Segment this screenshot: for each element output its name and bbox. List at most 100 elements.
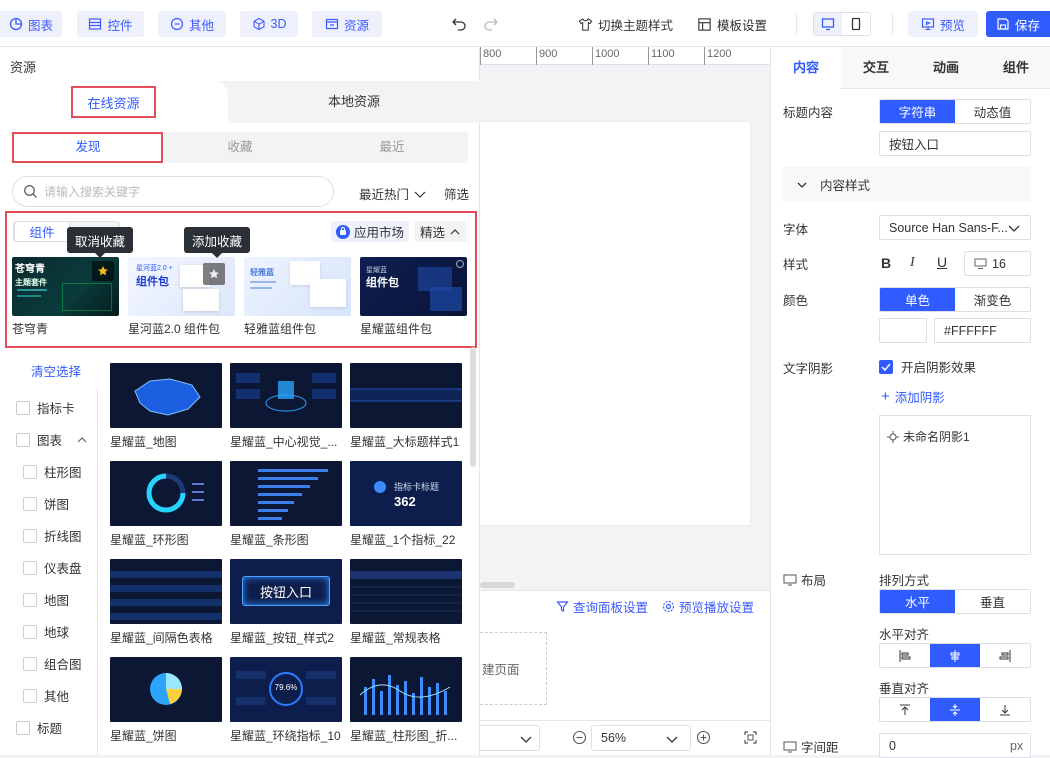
italic-icon[interactable]: I [910,255,915,271]
featured-card[interactable]: 苍穹青 主题套件 苍穹青 [12,257,119,337]
seg-dynamic[interactable]: 动态值 [955,100,1030,123]
page-select[interactable] [480,725,540,751]
sort-select[interactable]: 最近热门 [359,184,426,203]
align-middle-icon[interactable] [930,698,980,721]
star-filled-icon[interactable] [92,261,114,281]
scrollbar[interactable] [470,347,476,467]
seg-solid[interactable]: 单色 [880,288,955,311]
control-button[interactable]: 控件 [77,11,144,37]
tab-local-resources[interactable]: 本地资源 [228,81,480,123]
filter-item[interactable]: 仪表盘 [23,558,82,577]
query-panel-settings-link[interactable]: 查询面板设置 [556,597,648,616]
seg-gradient[interactable]: 渐变色 [955,288,1030,311]
3d-button[interactable]: 3D [240,11,298,37]
redo-icon[interactable] [483,15,499,31]
tab-interaction[interactable]: 交互 [841,47,911,89]
resource-grid-item[interactable]: 星耀蓝_大标题样式1 [350,363,462,450]
title-input[interactable]: 按钮入口 [879,131,1031,156]
zoom-in-icon[interactable] [696,730,711,745]
seg-horizontal[interactable]: 水平 [880,590,955,613]
switch-theme-button[interactable]: 切换主题样式 [578,11,673,37]
search-input[interactable]: 请输入搜索关键字 [12,176,334,207]
resource-grid-item[interactable]: 79.6% 星耀蓝_环绕指标_10 [230,657,342,744]
filter-checkbox[interactable] [23,656,37,671]
filter-checkbox[interactable] [16,400,30,415]
color-hex-input[interactable]: #FFFFFF [934,318,1031,343]
featured-card[interactable]: 轻雅蓝 轻雅蓝组件包 [244,257,351,337]
canvas-page[interactable] [480,122,750,525]
align-top-icon[interactable] [880,698,930,721]
underline-icon[interactable]: U [937,254,947,270]
resource-grid-item[interactable]: 星耀蓝_间隔色表格 [110,559,222,646]
color-swatch[interactable] [879,318,927,343]
featured-card[interactable]: 星河蓝2.0 + 组件包 星河蓝2.0 组件包 [128,257,235,337]
tab-online-resources[interactable]: 在线资源 [0,81,228,123]
subtab-recent[interactable]: 最近 [316,132,468,163]
title-type-toggle[interactable]: 字符串 动态值 [879,99,1031,124]
align-right-icon[interactable] [980,644,1030,667]
filter-item[interactable]: 饼图 [23,494,69,513]
horizontal-scrollbar[interactable] [480,582,515,588]
filter-item[interactable]: 组合图 [23,654,82,673]
resource-grid-item[interactable]: 星耀蓝_地图 [110,363,222,450]
filter-checkbox[interactable] [23,592,37,607]
fit-screen-icon[interactable] [743,730,758,745]
align-bottom-icon[interactable] [980,698,1030,721]
zoom-select[interactable]: 56% [591,725,691,751]
resource-grid-item[interactable]: 星耀蓝_条形图 [230,461,342,548]
color-type-toggle[interactable]: 单色 渐变色 [879,287,1031,312]
filter-item[interactable]: 地球 [23,622,69,641]
filter-checkbox[interactable] [23,464,37,479]
seg-vertical[interactable]: 垂直 [955,590,1030,613]
bold-icon[interactable]: B [881,255,891,271]
filter-item[interactable]: 指标卡 [16,398,75,417]
tab-component[interactable]: 组件 [981,47,1050,89]
device-toggle[interactable] [813,12,871,36]
align-left-icon[interactable] [880,644,930,667]
mobile-icon[interactable] [842,13,870,35]
seg-string[interactable]: 字符串 [880,100,955,123]
filter-checkbox[interactable] [23,560,37,575]
h-align-toggle[interactable] [879,643,1031,668]
filter-checkbox[interactable] [23,496,37,511]
filter-item[interactable]: 图表 [16,430,87,449]
chevron-up-icon[interactable] [77,436,87,444]
preview-settings-link[interactable]: 预览播放设置 [662,597,754,616]
filter-checkbox[interactable] [23,528,37,543]
font-select[interactable]: Source Han Sans-F... [879,215,1031,240]
type-tab-component[interactable]: 组件 [14,221,70,242]
filter-checkbox[interactable] [16,720,30,735]
other-button[interactable]: 其他 [158,11,226,37]
tab-animation[interactable]: 动画 [911,47,981,89]
tab-content[interactable]: 内容 [771,47,841,89]
app-market-button[interactable]: 应用市场 [331,221,409,242]
align-center-icon[interactable] [930,644,980,667]
v-align-toggle[interactable] [879,697,1031,722]
filter-item[interactable]: 地图 [23,590,69,609]
arrange-toggle[interactable]: 水平 垂直 [879,589,1031,614]
desktop-icon[interactable] [814,13,842,35]
shadow-enable-checkbox[interactable]: 开启阴影效果 [879,357,976,376]
filter-item[interactable]: 柱形图 [23,462,82,481]
featured-toggle[interactable]: 精选 [414,221,467,242]
add-shadow-link[interactable]: + 添加阴影 [881,387,945,406]
resource-grid-item[interactable]: 星耀蓝_饼图 [110,657,222,744]
filter-item[interactable]: 标题 [16,718,62,737]
chart-button[interactable]: 图表 [0,11,62,37]
filter-checkbox[interactable] [23,688,37,703]
resource-grid-item[interactable]: 指标卡标题 362 星耀蓝_1个指标_22 [350,461,462,548]
font-size-input[interactable]: 16 [964,251,1031,276]
save-button[interactable]: 保存 [986,11,1050,37]
resource-grid-item[interactable]: 按钮入口 星耀蓝_按钮_样式2 [230,559,342,646]
resource-button[interactable]: 资源 [312,11,382,37]
zoom-out-icon[interactable] [572,730,587,745]
resource-grid-item[interactable]: 星耀蓝_柱形图_折... [350,657,462,744]
resource-grid-item[interactable]: 星耀蓝_环形图 [110,461,222,548]
filter-item[interactable]: 其他 [23,686,69,705]
new-page-button[interactable]: 建页面 [480,632,547,705]
resource-grid-item[interactable]: 星耀蓝_常规表格 [350,559,462,646]
template-settings-button[interactable]: 模板设置 [697,11,767,37]
subtab-favorites[interactable]: 收藏 [164,132,316,163]
filter-checkbox[interactable] [16,432,30,447]
filter-item[interactable]: 折线图 [23,526,82,545]
